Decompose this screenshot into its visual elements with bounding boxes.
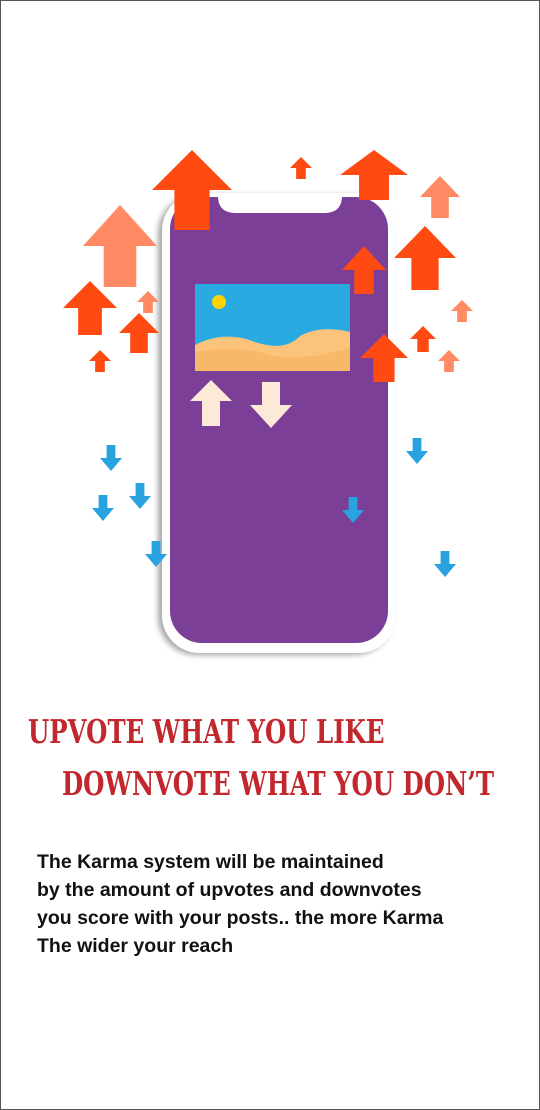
arrow-up-icon (83, 205, 157, 287)
arrow-down-icon (92, 495, 114, 521)
description-line: you score with your posts.. the more Kar… (37, 907, 444, 929)
arrow-up-icon (340, 150, 408, 200)
arrow-down-icon (100, 445, 122, 471)
arrow-up-icon (410, 326, 436, 352)
description-line: by the amount of upvotes and downvotes (37, 879, 422, 901)
arrow-up-icon (290, 157, 312, 179)
arrow-up-icon (119, 313, 159, 353)
description: The Karma system will be maintained by t… (37, 848, 443, 960)
headline-line-2: DOWNVOTE WHAT YOU DON’T (62, 764, 495, 803)
arrow-up-icon (394, 226, 456, 290)
image-icon (195, 284, 350, 371)
arrow-down-icon (129, 483, 151, 509)
arrow-down-icon (434, 551, 456, 577)
headline-line-1: UPVOTE WHAT YOU LIKE (28, 712, 385, 751)
arrow-up-icon (63, 281, 117, 335)
description-line: The wider your reach (37, 935, 234, 957)
arrow-up-icon (89, 350, 111, 372)
description-line: The Karma system will be maintained (37, 851, 384, 873)
arrow-up-icon (137, 291, 159, 313)
phone-notch (218, 196, 342, 213)
arrow-up-icon (420, 176, 460, 218)
arrow-down-icon (406, 438, 428, 464)
arrow-up-icon (451, 300, 473, 322)
arrow-up-icon (438, 350, 460, 372)
illustration (63, 150, 473, 653)
